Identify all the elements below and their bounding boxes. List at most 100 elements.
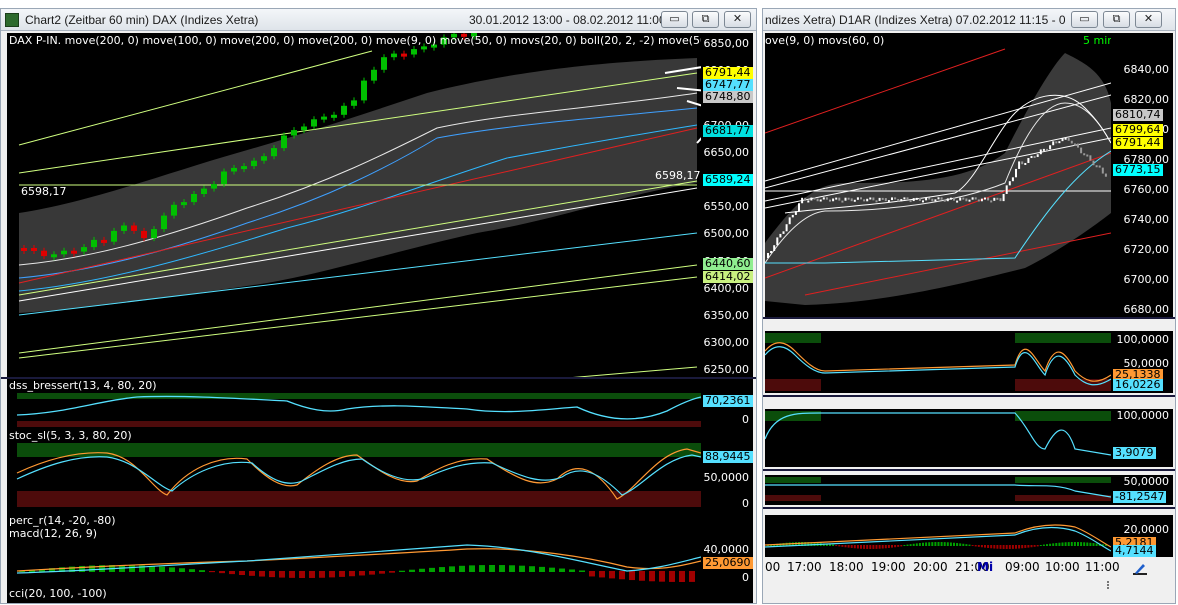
osc4-bar [1008,545,1011,549]
time-label: 20:00 [913,560,948,574]
candle [996,197,999,200]
cci-panel[interactable]: cci(20, 100, -100) [7,585,753,603]
candle [1046,148,1048,151]
osc4-bar [915,543,918,546]
osc4-bar [1021,545,1024,549]
candle [1027,158,1030,163]
candle [807,200,810,203]
macd-axis: 40,0000 25,0690 0 [701,527,753,585]
macd-bar [629,571,635,581]
candle [91,239,97,248]
candle [912,198,915,202]
right-price-tag: 6791,44 [1113,136,1163,149]
osc4-bar [1061,542,1064,546]
restore-button[interactable]: ⧉ [692,11,719,28]
osc4-bar [1067,542,1070,546]
left-title-bar[interactable]: Chart2 (Zeitbar 60 min) DAX (Indizes Xet… [1,9,756,31]
resize-grip[interactable] [1107,581,1117,589]
candle [1036,154,1039,157]
candle [1058,141,1061,144]
minimize-button[interactable]: ▭ [661,11,688,28]
osc4-bar [863,545,866,549]
macd-bar [219,571,225,574]
right-price-chart[interactable]: ove(9, 0) movs(60, 0) 5 mins [765,33,1111,317]
osc4-bar [937,542,940,546]
macd-bar [409,569,415,572]
osc4-bar [1052,543,1055,546]
right-osc1-axis: 100,0000 50,0000 25,1338 16,0226 [1111,331,1173,393]
candle [391,53,397,58]
osc4-bar [912,543,915,546]
osc4-bar [996,545,999,549]
candle [860,197,862,200]
restore-button-right[interactable]: ⧉ [1103,11,1130,28]
left-price-chart[interactable]: DAX P-IN. move(200, 0) move(100, 0) move… [7,33,701,377]
osc4-bar [1064,542,1067,546]
osc4-bar [894,545,897,548]
right-osc3-panel[interactable] [765,475,1111,505]
candle [1042,148,1045,151]
osc4-bar [934,542,937,546]
candle [1033,155,1036,158]
perc-panel[interactable]: perc_r(14, -20, -80) [7,515,753,527]
candle [974,197,977,200]
candle [816,198,819,202]
osc4-bar [881,545,884,549]
osc4-bar [906,544,909,546]
right-axis-label: 6720,00 [1123,243,1170,256]
right-osc1-panel[interactable] [765,331,1111,393]
macd-bar [269,571,275,578]
macd-bar [249,571,255,576]
osc4-bar [909,544,912,546]
candle [915,197,918,200]
osc4-bar [875,545,878,549]
candle [863,199,866,202]
left-axis-label: 6400,00 [703,281,750,295]
candle [301,126,307,131]
right-osc4-panel[interactable] [765,515,1111,557]
time-label: 00 [765,560,781,574]
candle [331,114,337,118]
dss-panel[interactable]: dss_bressert(13, 4, 80, 20) [7,379,701,429]
minimize-button-right[interactable]: ▭ [1071,11,1098,28]
candle [1011,177,1014,182]
time-label: 10:00 [1045,560,1080,574]
candle [1015,168,1017,178]
candle [211,184,217,189]
candle [1024,162,1027,165]
macd-bar [339,571,345,577]
level-label-left: 6598,17 [21,185,67,198]
right-osc3-axis: 50,0000 -81,2547 [1111,475,1173,505]
dss-label: dss_bressert(13, 4, 80, 20) [9,379,157,392]
osc4-bar [968,544,971,546]
left-price-tag: 6748,80 [703,90,753,103]
stoc-panel[interactable]: stoc_sl(5, 3, 3, 80, 20) [7,429,701,515]
candle [872,197,875,201]
macd-bar [589,571,595,577]
macd-bar [129,565,135,572]
right-osc2-panel[interactable] [765,409,1111,467]
candle [151,229,157,239]
osc4-bar [965,544,968,546]
candle [922,200,924,203]
left-price-tag: 6440,60 [703,257,753,270]
candle [931,198,934,202]
candle [891,197,893,201]
candle [869,197,872,200]
time-label: 18:00 [829,560,864,574]
candle [959,197,962,201]
macd-bar [529,566,535,572]
candle [822,197,825,200]
candle [782,231,785,234]
close-button[interactable]: ✕ [724,11,751,28]
close-button-right[interactable]: ✕ [1135,11,1162,28]
candle [832,198,835,202]
macd-bar [399,570,405,572]
candle [875,200,878,203]
left-date-range: 30.01.2012 13:00 - 08.02.2012 11:00 [469,13,666,27]
drawing-tool-icon[interactable] [1133,561,1147,575]
candle [1064,137,1067,140]
macd-panel[interactable]: macd(12, 26, 9) [7,527,701,585]
right-title-bar[interactable]: ndizes Xetra) D1AR (Indizes Xetra) 07.02… [763,9,1175,31]
candle [767,253,769,258]
